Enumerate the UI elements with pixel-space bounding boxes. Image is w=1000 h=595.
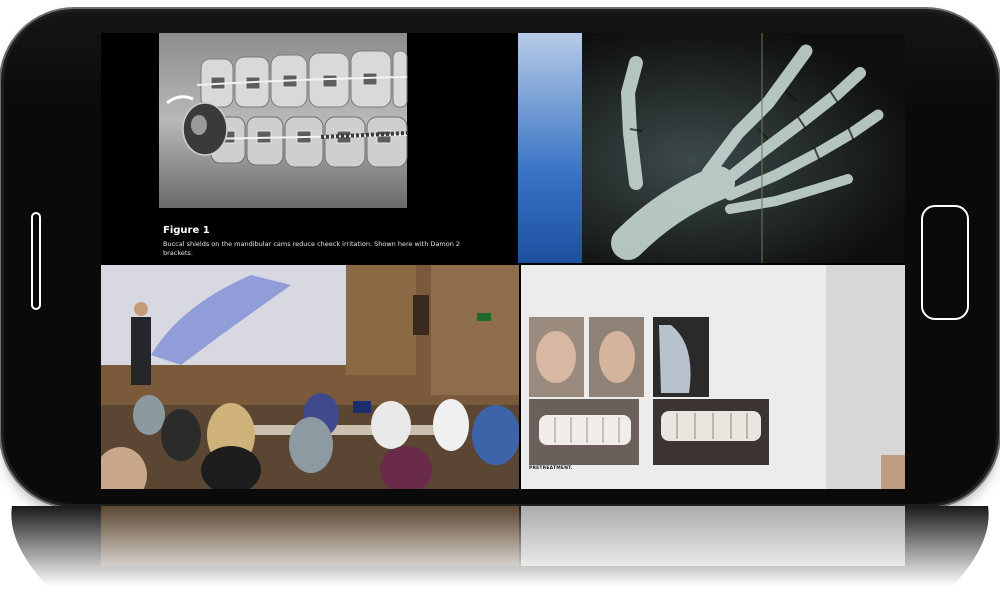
phone-screen: Figure 1 Buccal shields on the mandibula… [101, 33, 905, 489]
clinical-slide-panel: PRETREATMENT. [521, 265, 905, 489]
lecture-photo [101, 265, 519, 489]
lecture-panel [101, 265, 519, 489]
reflection-image [4, 506, 996, 595]
xray-panel [518, 33, 905, 263]
home-button[interactable] [921, 205, 969, 320]
pretreatment-label: PRETREATMENT. [529, 466, 573, 471]
braces-panel: Figure 1 Buccal shields on the mandibula… [101, 33, 516, 263]
clinical-slide [521, 265, 905, 489]
figure-caption: Buccal shields on the mandibular cams re… [163, 240, 461, 257]
hand-xray-image [518, 33, 905, 263]
speaker-slot [31, 212, 41, 310]
phone-reflection [4, 506, 996, 595]
figure-title: Figure 1 [163, 225, 210, 236]
